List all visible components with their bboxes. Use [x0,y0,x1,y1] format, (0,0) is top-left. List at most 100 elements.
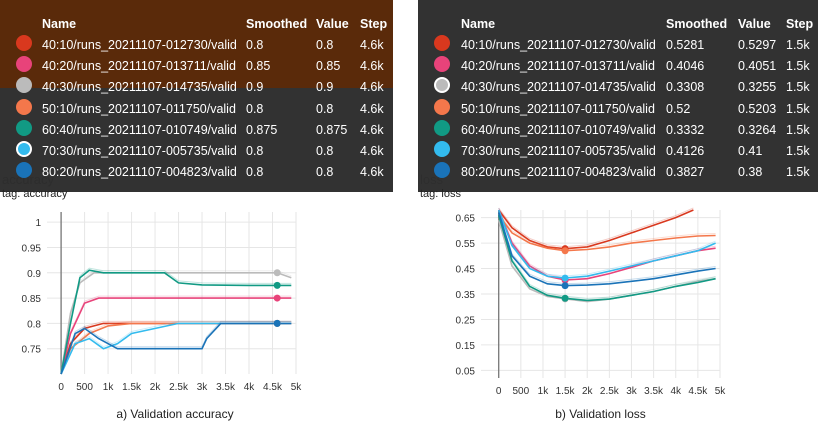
tooltip-cell-smoothed: 0.5281 [666,38,705,52]
series-color-dot [434,119,450,136]
x-tick-label: 4.5k [688,386,708,397]
tooltip-header-step: Step [786,17,814,31]
series-marker [561,294,569,302]
tooltip-cell-step: 1.5k [786,165,810,180]
tooltip-cell-name: 40:10/runs_20211107-012730/valid [42,38,237,52]
y-tick-label: 0.35 [456,290,476,301]
y-tick-label: 0.25 [456,315,476,326]
loss-panel: loss tag: loss 05001k1.5k2k2.5k3k3.5k4k4… [418,0,818,431]
tooltip-cell-smoothed: 0.8 [246,38,264,52]
series-color-dot [434,56,450,73]
x-tick-label: 2k [582,386,594,397]
tooltip-cell-smoothed: 0.85 [246,59,271,74]
x-tick-label: 4k [670,386,682,397]
tooltip-cell-step: 4.6k [360,80,384,95]
x-tick-label: 1.5k [122,382,142,393]
series-marker [561,247,569,255]
x-tick-label: 3k [626,386,638,397]
tooltip-cell-step: 1.5k [786,101,810,116]
x-tick-label: 4k [244,382,256,393]
tooltip-cell-smoothed: 0.4126 [666,144,705,158]
accuracy-panel: accuracy tag: accuracy 05001k1.5k2k2.5k3… [0,0,395,431]
tooltip-header-value: Value [738,17,771,31]
series-color-dot [434,35,450,51]
tooltip-cell-step: 1.5k [786,122,810,137]
tooltip-cell-step: 1.5k [786,80,810,95]
series-color-dot [16,162,32,179]
series-raw-line [60,267,292,373]
y-tick-label: 0.05 [456,366,476,377]
x-tick-label: 2.5k [600,386,620,397]
series-marker [561,274,569,282]
tooltip-cell-value: 0.85 [316,59,341,74]
series-marker [561,282,569,290]
tooltip-cell-step: 4.6k [360,144,384,158]
tooltip-header-name: Name [42,17,77,31]
tooltip-header-step: Step [360,17,388,31]
series-marker [273,281,281,289]
series-color-dot [16,56,32,73]
tooltip-cell-name: 40:20/runs_20211107-013711/valid [42,59,236,74]
y-tick-label: 1 [35,218,41,229]
tooltip-cell-smoothed: 0.4046 [666,59,705,74]
series-color-dot [16,119,32,136]
y-tick-label: 0.75 [22,345,42,356]
accuracy-caption: a) Validation accuracy [116,407,234,421]
tooltip-cell-name: 40:10/runs_20211107-012730/valid [461,38,656,52]
tooltip-cell-step: 1.5k [786,38,810,52]
series-line [497,219,716,303]
series-color-dot [16,77,32,94]
series-marker [273,294,281,302]
tooltip-cell-smoothed: 0.3308 [666,80,705,95]
tooltip-cell-step: 1.5k [786,59,810,74]
accuracy-tooltip: Name Smoothed Value Step 40:10/runs_20211107… [0,0,393,192]
x-tick-label: 500 [512,386,529,397]
series-color-dot [434,162,450,179]
x-tick-label: 1.5k [556,386,576,397]
tooltip-cell-step: 4.6k [360,59,384,74]
tooltip-cell-value: 0.5297 [738,38,777,52]
tooltip-cell-value: 0.4051 [738,59,777,74]
x-tick-label: 1k [103,382,115,393]
tooltip-cell-value: 0.3264 [738,122,777,137]
tooltip-cell-name: 40:30/runs_20211107-014735/valid [42,80,237,95]
loss-caption: b) Validation loss [555,407,646,421]
tooltip-cell-step: 4.6k [360,101,384,116]
tooltip-cell-step: 4.6k [360,165,384,180]
x-tick-label: 5k [291,382,303,393]
y-tick-label: 0.55 [456,239,476,250]
y-tick-label: 0.15 [456,341,476,352]
tooltip-cell-step: 4.6k [360,38,384,52]
y-tick-label: 0.9 [27,269,41,280]
x-tick-label: 3k [197,382,209,393]
series-color-dot [16,141,32,157]
tooltip-cell-smoothed: 0.52 [666,101,691,116]
x-tick-label: 4.5k [263,382,283,393]
tooltip-cell-value: 0.9 [316,80,334,95]
tooltip-cell-value: 0.5203 [738,101,777,116]
tooltip-cell-name: 80:20/runs_20211107-004823/valid [42,165,237,180]
tooltip-cell-step: 4.6k [360,122,384,137]
x-tick-label: 2k [150,382,162,393]
tooltip-cell-value: 0.8 [316,38,334,52]
loss-tooltip: Name Smoothed Value Step 40:10/runs_20211107… [418,0,818,192]
y-tick-label: 0.8 [27,319,41,330]
tooltip-header-value: Value [316,17,349,31]
series-raw-line [498,207,694,248]
tooltip-cell-value: 0.8 [316,165,334,180]
tooltip-cell-name: 50:10/runs_20211107-011750/valid [461,101,655,116]
y-tick-label: 0.45 [456,265,476,276]
tooltip-cell-name: 50:10/runs_20211107-011750/valid [42,101,236,116]
x-tick-label: 2.5k [169,382,189,393]
tooltip-cell-value: 0.875 [316,122,348,137]
x-tick-label: 3.5k [644,386,664,397]
series-line [497,214,716,302]
tooltip-cell-smoothed: 0.3827 [666,165,705,180]
tooltip-cell-smoothed: 0.8 [246,144,264,158]
x-tick-label: 0 [58,382,64,393]
y-tick-label: 0.65 [456,214,476,225]
tooltip-cell-name: 60:40/runs_20211107-010749/valid [42,122,237,137]
series-color-dot [16,35,32,51]
series-color-dot [434,141,450,157]
tooltip-cell-name: 60:40/runs_20211107-010749/valid [461,122,656,137]
